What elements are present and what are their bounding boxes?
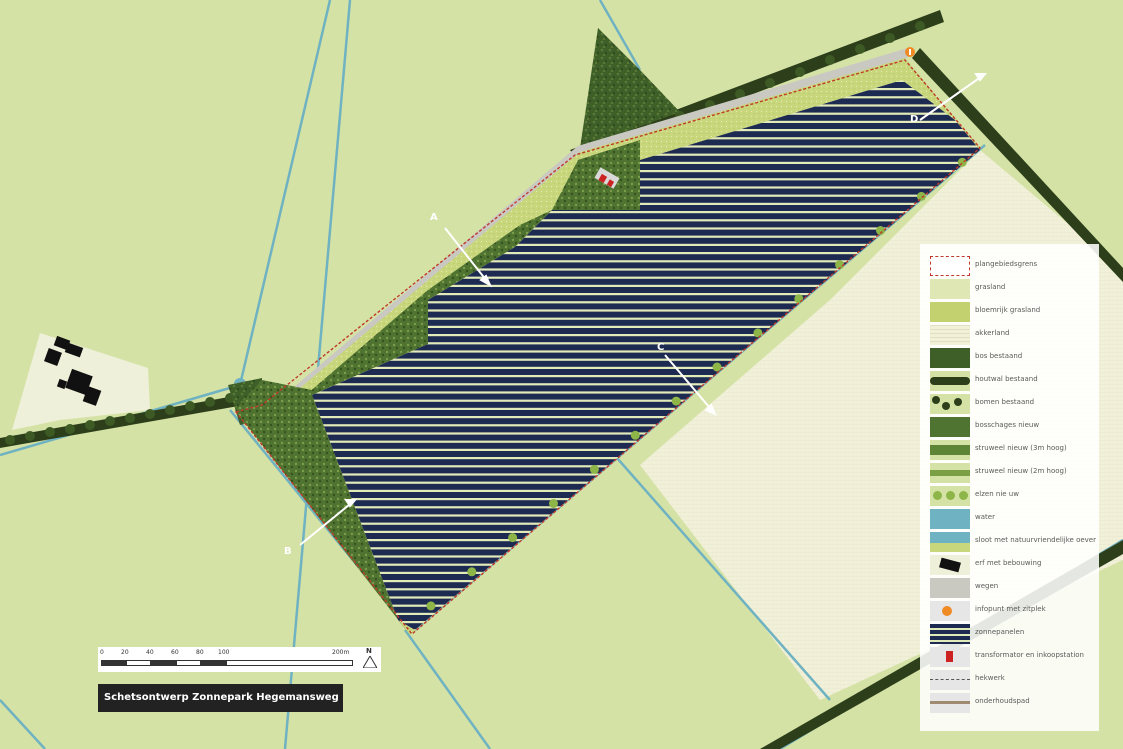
scale-tick: 100 bbox=[218, 649, 230, 656]
scale-bar: 0 20 40 60 80 100 200m N bbox=[98, 647, 381, 672]
farmland-icon bbox=[930, 325, 970, 345]
section-label-d: D bbox=[910, 114, 919, 125]
map-title: Schetsontwerp Zonnepark Hegemansweg bbox=[98, 684, 343, 712]
legend-item-sloot: sloot met natuurvriendelijke oever bbox=[920, 530, 1099, 553]
legend-item-plangebiedsgrens: plangebiedsgrens bbox=[920, 254, 1099, 277]
legend-item-grasland: grasland bbox=[920, 277, 1099, 300]
scale-tick: 200m bbox=[332, 649, 350, 656]
legend-item-wegen: wegen bbox=[920, 576, 1099, 599]
fence-icon bbox=[930, 670, 970, 690]
scale-tick: 40 bbox=[146, 649, 154, 656]
scale-bar-segments bbox=[101, 660, 353, 666]
legend-item-onderhoudspad: onderhoudspad bbox=[920, 691, 1099, 714]
legend-label: bloemrijk grasland bbox=[975, 306, 1041, 314]
alder-tree bbox=[467, 567, 477, 577]
alder-tree bbox=[508, 533, 518, 543]
legend-label: transformator en inkoopstation bbox=[975, 651, 1084, 659]
alder-tree bbox=[916, 191, 926, 201]
grassland-icon bbox=[930, 279, 970, 299]
legend-label: akkerland bbox=[975, 329, 1010, 337]
forest-existing-icon bbox=[930, 348, 970, 368]
water-icon bbox=[930, 509, 970, 529]
legend-item-bloemrijk-grasland: bloemrijk grasland bbox=[920, 300, 1099, 323]
legend-label: water bbox=[975, 513, 995, 521]
plan-boundary-icon bbox=[930, 256, 970, 276]
legend-label: elzen nie uw bbox=[975, 490, 1019, 498]
legend-label: bomen bestaand bbox=[975, 398, 1035, 406]
transformer-icon bbox=[930, 647, 970, 667]
legend-item-elzen-nieuw: elzen nie uw bbox=[920, 484, 1099, 507]
legend-label: bosschages nieuw bbox=[975, 421, 1040, 429]
north-label: N bbox=[366, 647, 372, 655]
roads-icon bbox=[930, 578, 970, 598]
legend-item-houtwal-bestaand: houtwal bestaand bbox=[920, 369, 1099, 392]
ditch-eco-bank-icon bbox=[930, 532, 970, 552]
scale-tick: 60 bbox=[171, 649, 179, 656]
alder-tree bbox=[957, 157, 967, 167]
legend-item-erf: erf met bebouwing bbox=[920, 553, 1099, 576]
alder-tree bbox=[630, 430, 640, 440]
scale-tick: 80 bbox=[196, 649, 204, 656]
maintenance-path-icon bbox=[930, 693, 970, 713]
alder-tree bbox=[671, 396, 681, 406]
legend-item-akkerland: akkerland bbox=[920, 323, 1099, 346]
section-label-c: C bbox=[657, 342, 665, 353]
alder-tree bbox=[426, 601, 436, 611]
legend-item-infopunt: infopunt met zitplek bbox=[920, 599, 1099, 622]
wooded-bank-icon bbox=[930, 371, 970, 391]
legend-item-bos-bestaand: bos bestaand bbox=[920, 346, 1099, 369]
legend: plangebiedsgrens grasland bloemrijk gras… bbox=[920, 244, 1099, 731]
shrubs-2m-icon bbox=[930, 463, 970, 483]
alder-tree bbox=[794, 294, 804, 304]
legend-label: struweel nieuw (2m hoog) bbox=[975, 467, 1067, 475]
thicket-new-icon bbox=[930, 417, 970, 437]
info-point-icon bbox=[905, 47, 915, 57]
scale-tick: 20 bbox=[121, 649, 129, 656]
shrubs-3m-icon bbox=[930, 440, 970, 460]
section-label-b: B bbox=[284, 546, 292, 557]
legend-item-bosschages-nieuw: bosschages nieuw bbox=[920, 415, 1099, 438]
legend-label: struweel nieuw (3m hoog) bbox=[975, 444, 1067, 452]
legend-label: sloot met natuurvriendelijke oever bbox=[975, 536, 1096, 544]
legend-item-struweel-2m: struweel nieuw (2m hoog) bbox=[920, 461, 1099, 484]
legend-label: infopunt met zitplek bbox=[975, 605, 1046, 613]
alder-tree bbox=[712, 362, 722, 372]
legend-label: hekwerk bbox=[975, 674, 1005, 682]
legend-label: wegen bbox=[975, 582, 999, 590]
trees-existing-icon bbox=[930, 394, 970, 414]
legend-label: grasland bbox=[975, 283, 1006, 291]
legend-item-bomen-bestaand: bomen bestaand bbox=[920, 392, 1099, 415]
legend-item-struweel-3m: struweel nieuw (3m hoog) bbox=[920, 438, 1099, 461]
legend-label: plangebiedsgrens bbox=[975, 260, 1038, 268]
scale-tick: 0 bbox=[100, 649, 104, 656]
legend-item-hekwerk: hekwerk bbox=[920, 668, 1099, 691]
yard-buildings-icon bbox=[930, 555, 970, 575]
legend-item-water: water bbox=[920, 507, 1099, 530]
legend-item-zonnepanelen: zonnepanelen bbox=[920, 622, 1099, 645]
flower-grassland-icon bbox=[930, 302, 970, 322]
north-arrow-icon bbox=[363, 656, 377, 668]
info-point-legend-icon bbox=[930, 601, 970, 621]
legend-label: houtwal bestaand bbox=[975, 375, 1038, 383]
legend-label: erf met bebouwing bbox=[975, 559, 1042, 567]
legend-label: bos bestaand bbox=[975, 352, 1023, 360]
legend-label: zonnepanelen bbox=[975, 628, 1025, 636]
legend-item-transformator: transformator en inkoopstation bbox=[920, 645, 1099, 668]
legend-label: onderhoudspad bbox=[975, 697, 1030, 705]
alders-new-icon bbox=[930, 486, 970, 506]
section-label-a: A bbox=[430, 212, 438, 223]
alder-tree bbox=[589, 464, 599, 474]
solar-panels-icon bbox=[930, 624, 970, 644]
alder-tree bbox=[549, 499, 558, 508]
